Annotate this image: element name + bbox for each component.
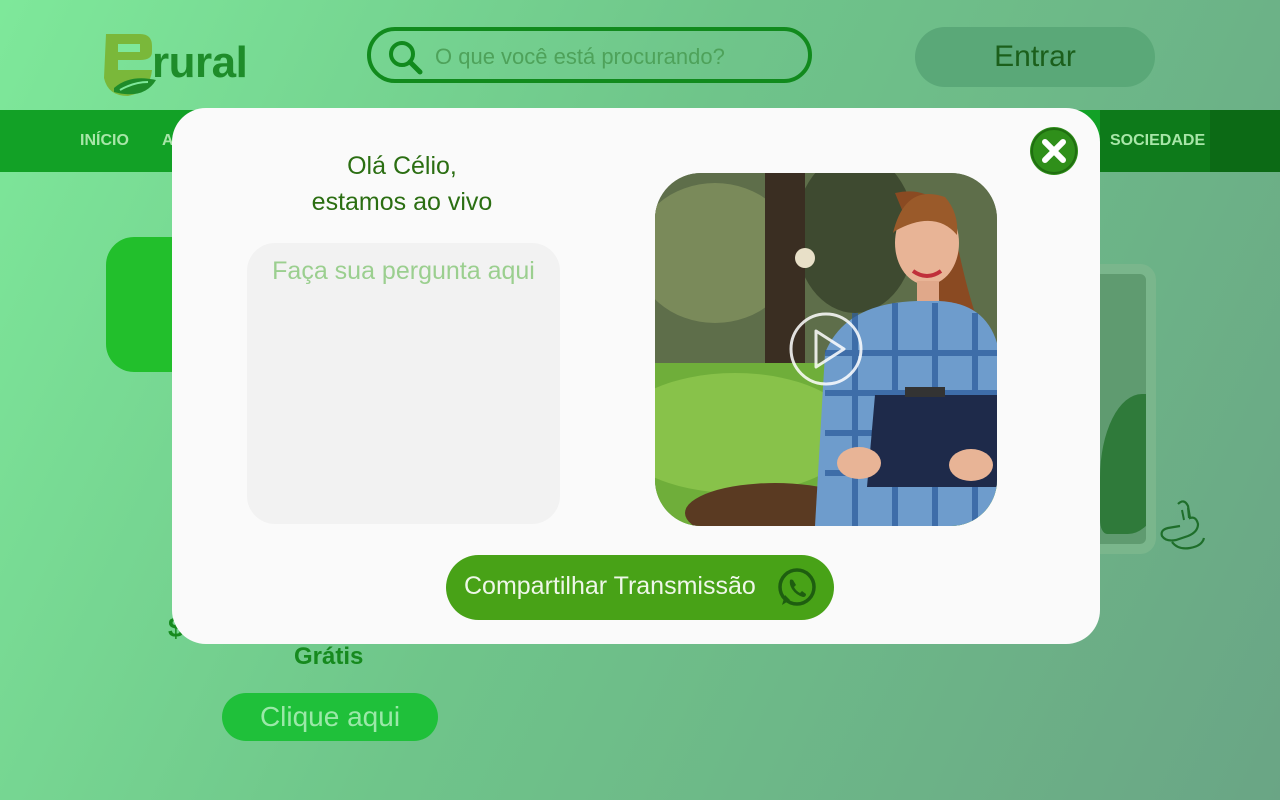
play-icon[interactable] <box>788 311 864 387</box>
live-modal: Olá Célio, estamos ao vivo Faça sua perg… <box>172 108 1100 644</box>
greeting: Olá Célio, estamos ao vivo <box>252 148 552 220</box>
free-label: Grátis <box>294 643 364 670</box>
search-input[interactable] <box>433 41 797 73</box>
greeting-line-2: estamos ao vivo <box>311 188 493 216</box>
nav-edge <box>1210 110 1280 172</box>
close-button[interactable] <box>1030 127 1078 175</box>
site-logo[interactable]: rural <box>100 30 275 102</box>
share-transmission-button[interactable]: Compartilhar Transmissão <box>446 555 834 620</box>
live-video[interactable] <box>655 173 997 526</box>
greeting-line-1: Olá Célio, <box>347 152 457 180</box>
search-bar[interactable] <box>367 27 812 83</box>
libras-hands-icon[interactable] <box>1158 496 1208 556</box>
nav-item-sociedade[interactable]: SOCIEDADE <box>1100 110 1216 172</box>
click-here-button[interactable]: Clique aqui <box>222 693 438 741</box>
share-label: Compartilhar Transmissão <box>464 572 756 600</box>
logo-wordmark: rural <box>152 38 248 87</box>
question-input[interactable] <box>247 243 560 524</box>
nav-item-inicio[interactable]: INÍCIO <box>80 110 129 172</box>
close-icon <box>1031 128 1077 174</box>
search-icon[interactable] <box>387 39 423 75</box>
whatsapp-icon <box>778 568 816 606</box>
login-button[interactable]: Entrar <box>915 27 1155 87</box>
leaf-logo-icon <box>104 34 156 96</box>
